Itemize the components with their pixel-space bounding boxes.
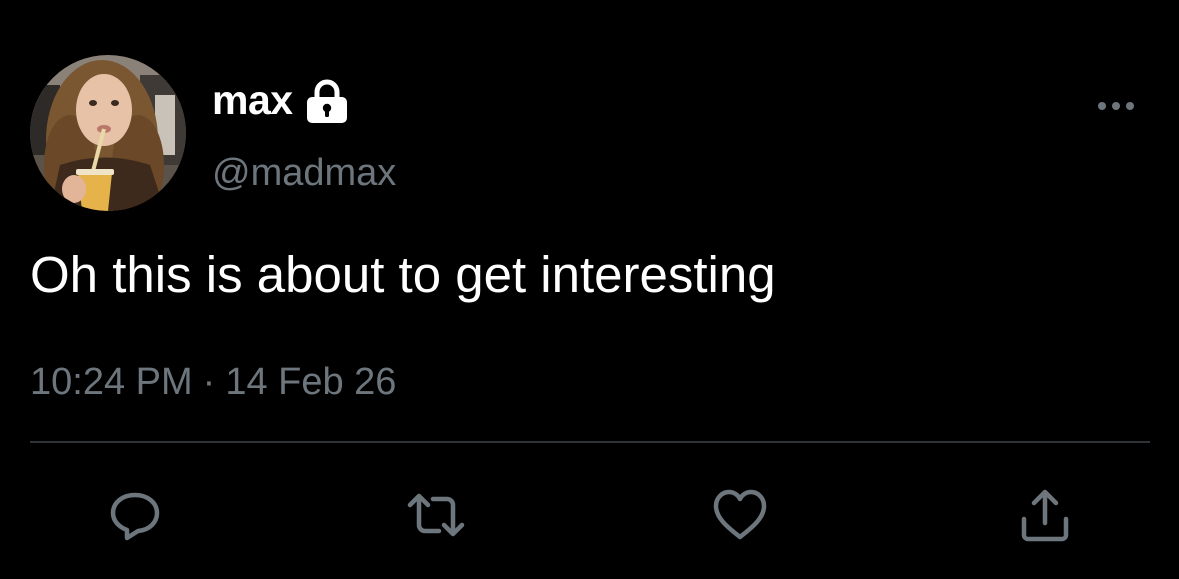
tweet-time: 10:24 PM bbox=[30, 361, 193, 403]
tweet-timestamp[interactable]: 10:24 PM · 14 Feb 26 bbox=[30, 358, 396, 406]
tweet-text: Oh this is about to get interesting bbox=[30, 246, 776, 303]
reply-icon bbox=[110, 492, 160, 541]
more-horizontal-icon bbox=[1098, 102, 1134, 110]
share-icon bbox=[1021, 489, 1069, 542]
profile-photo bbox=[30, 55, 186, 211]
avatar[interactable] bbox=[30, 55, 186, 211]
like-button[interactable] bbox=[707, 482, 773, 548]
divider bbox=[30, 441, 1150, 443]
retweet-icon bbox=[407, 493, 465, 537]
share-button[interactable] bbox=[1012, 482, 1078, 548]
tweet-date: 14 Feb 26 bbox=[225, 361, 397, 403]
reply-button[interactable] bbox=[102, 482, 168, 548]
retweet-button[interactable] bbox=[403, 482, 469, 548]
meta-separator: · bbox=[202, 361, 216, 403]
author-row: max bbox=[212, 74, 351, 126]
more-button[interactable] bbox=[1092, 88, 1140, 124]
heart-icon bbox=[713, 489, 767, 540]
display-name[interactable]: max bbox=[212, 74, 293, 126]
lock-icon bbox=[303, 77, 351, 125]
handle[interactable]: @madmax bbox=[212, 150, 396, 196]
tweet: max @madmax Oh this is about to get inte… bbox=[0, 0, 1179, 579]
